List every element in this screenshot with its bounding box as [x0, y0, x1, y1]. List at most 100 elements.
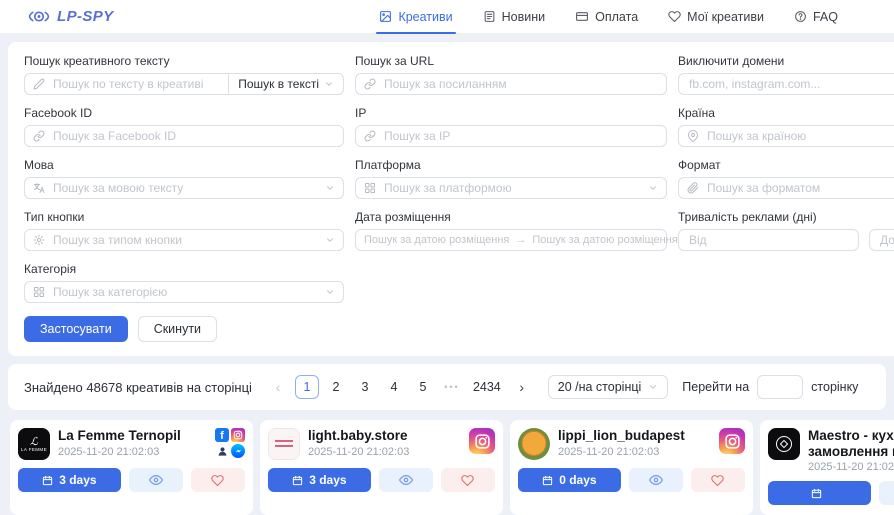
location-icon: [687, 130, 699, 142]
like-button[interactable]: [691, 468, 745, 492]
pagination-prev[interactable]: ‹: [266, 375, 290, 399]
format-input[interactable]: [678, 177, 894, 199]
exclude-domains-input[interactable]: [678, 73, 894, 95]
days-active-button[interactable]: 3 days: [268, 468, 371, 492]
filter-language: Мова: [24, 158, 344, 199]
pagination-page-2[interactable]: 2: [324, 375, 348, 399]
filter-placement-date: Дата розміщення Пошук за датою розміщенн…: [355, 210, 667, 251]
field-label: Пошук креативного тексту: [24, 54, 344, 68]
pagination-ellipsis[interactable]: •••: [440, 375, 464, 399]
field-label: Дата розміщення: [355, 210, 667, 224]
platform-select[interactable]: [355, 177, 667, 199]
advertiser-name: Maestro - кухні, ме замовлення в Ужго: [808, 428, 894, 459]
category-select[interactable]: [24, 281, 344, 303]
pagination-page-5[interactable]: 5: [411, 375, 435, 399]
pagination-page-1[interactable]: 1: [295, 375, 319, 399]
chevron-down-icon: [648, 382, 658, 392]
eye-icon: [649, 473, 663, 487]
heart-icon: [711, 474, 724, 487]
tab-creatives[interactable]: Креативи: [379, 0, 452, 34]
placement-date-range-picker[interactable]: Пошук за датою розміщення → Пошук за дат…: [355, 229, 667, 251]
main-nav: Креативи Новини Оплата Мої креативи FAQ: [379, 0, 838, 34]
eye-logo-icon: [28, 9, 50, 24]
heart-icon: [211, 474, 224, 487]
grid-icon: [364, 182, 376, 194]
creative-text-input[interactable]: [24, 73, 229, 95]
filter-category: Категорія: [24, 262, 344, 303]
view-button[interactable]: [379, 468, 433, 492]
pagination-next[interactable]: ›: [510, 375, 534, 399]
ip-input[interactable]: [355, 125, 667, 147]
audience-network-icon: [215, 444, 229, 458]
button-type-select[interactable]: [24, 229, 344, 251]
pagination-page-3[interactable]: 3: [353, 375, 377, 399]
view-button[interactable]: [629, 468, 683, 492]
field-label: Категорія: [24, 262, 344, 276]
creative-date: 2025-11-20 21:02:03: [808, 461, 894, 473]
text-search-mode-select[interactable]: Пошук в тексті: [228, 73, 344, 95]
country-input[interactable]: [678, 125, 894, 147]
tab-label: Оплата: [595, 10, 638, 24]
goto-prefix: Перейти на: [682, 380, 749, 394]
field-label: Тривалість реклами (дні): [678, 210, 894, 224]
days-active-button[interactable]: 3 days: [18, 468, 121, 492]
paperclip-icon: [687, 182, 699, 194]
field-label: Тип кнопки: [24, 210, 344, 224]
days-active-button[interactable]: 0 days: [518, 468, 621, 492]
tab-faq[interactable]: FAQ: [794, 0, 838, 34]
goto-suffix: сторінку: [811, 380, 858, 394]
per-page-select[interactable]: 20 /на сторінці: [548, 375, 669, 399]
filter-facebook-id: Facebook ID: [24, 106, 344, 147]
creative-date: 2025-11-20 21:02:03: [558, 446, 711, 458]
eye-icon: [149, 473, 163, 487]
like-button[interactable]: [191, 468, 245, 492]
pagination-last-page[interactable]: 2434: [469, 375, 505, 399]
creatives-grid: ℒ LA FEMME La Femme Ternopil 2025-11-20 …: [10, 420, 894, 515]
reset-button[interactable]: Скинути: [138, 316, 217, 342]
view-button[interactable]: [879, 481, 894, 505]
field-label: Facebook ID: [24, 106, 344, 120]
tab-label: Мої креативи: [687, 10, 764, 24]
facebook-id-input[interactable]: [24, 125, 344, 147]
avatar: [768, 428, 800, 460]
advertiser-name: lippi_lion_budapest: [558, 428, 711, 444]
field-label: Платформа: [355, 158, 667, 172]
field-label: Мова: [24, 158, 344, 172]
duration-from-input[interactable]: [678, 229, 859, 251]
language-select[interactable]: [24, 177, 344, 199]
chevron-down-icon: [324, 79, 334, 89]
avatar: ℒ LA FEMME: [18, 428, 50, 460]
calendar-icon: [292, 475, 303, 486]
pagination-page-4[interactable]: 4: [382, 375, 406, 399]
grid-icon: [33, 286, 45, 298]
field-label: IP: [355, 106, 667, 120]
tab-payment[interactable]: Оплата: [575, 0, 638, 34]
view-button[interactable]: [129, 468, 183, 492]
pencil-icon: [33, 78, 45, 90]
like-button[interactable]: [441, 468, 495, 492]
link-icon: [364, 78, 376, 90]
tab-news[interactable]: Новини: [483, 0, 546, 34]
tab-label: Новини: [502, 10, 546, 24]
apply-button[interactable]: Застосувати: [24, 316, 128, 342]
translate-icon: [33, 182, 45, 194]
brand-logo[interactable]: LP-SPY: [28, 8, 114, 25]
field-label: Пошук за URL: [355, 54, 667, 68]
instagram-icon: [469, 428, 495, 454]
filters-panel: Пошук креативного тексту Пошук в тексті …: [8, 42, 894, 356]
instagram-icon: [231, 428, 245, 442]
days-active-button[interactable]: [768, 481, 871, 505]
avatar: [518, 428, 550, 460]
creative-card: ℒ LA FEMME La Femme Ternopil 2025-11-20 …: [10, 420, 253, 515]
field-label: Країна: [678, 106, 894, 120]
tab-my-creatives[interactable]: Мої креативи: [668, 0, 764, 34]
link-icon: [33, 130, 45, 142]
avatar: [268, 428, 300, 460]
credit-card-icon: [575, 10, 589, 23]
url-input[interactable]: [355, 73, 667, 95]
duration-to-input[interactable]: [869, 229, 894, 251]
goto-page-input[interactable]: [757, 375, 803, 399]
filter-format: Формат: [678, 158, 894, 199]
filter-url: Пошук за URL: [355, 54, 667, 95]
creative-card: Maestro - кухні, ме замовлення в Ужго 20…: [760, 420, 894, 515]
